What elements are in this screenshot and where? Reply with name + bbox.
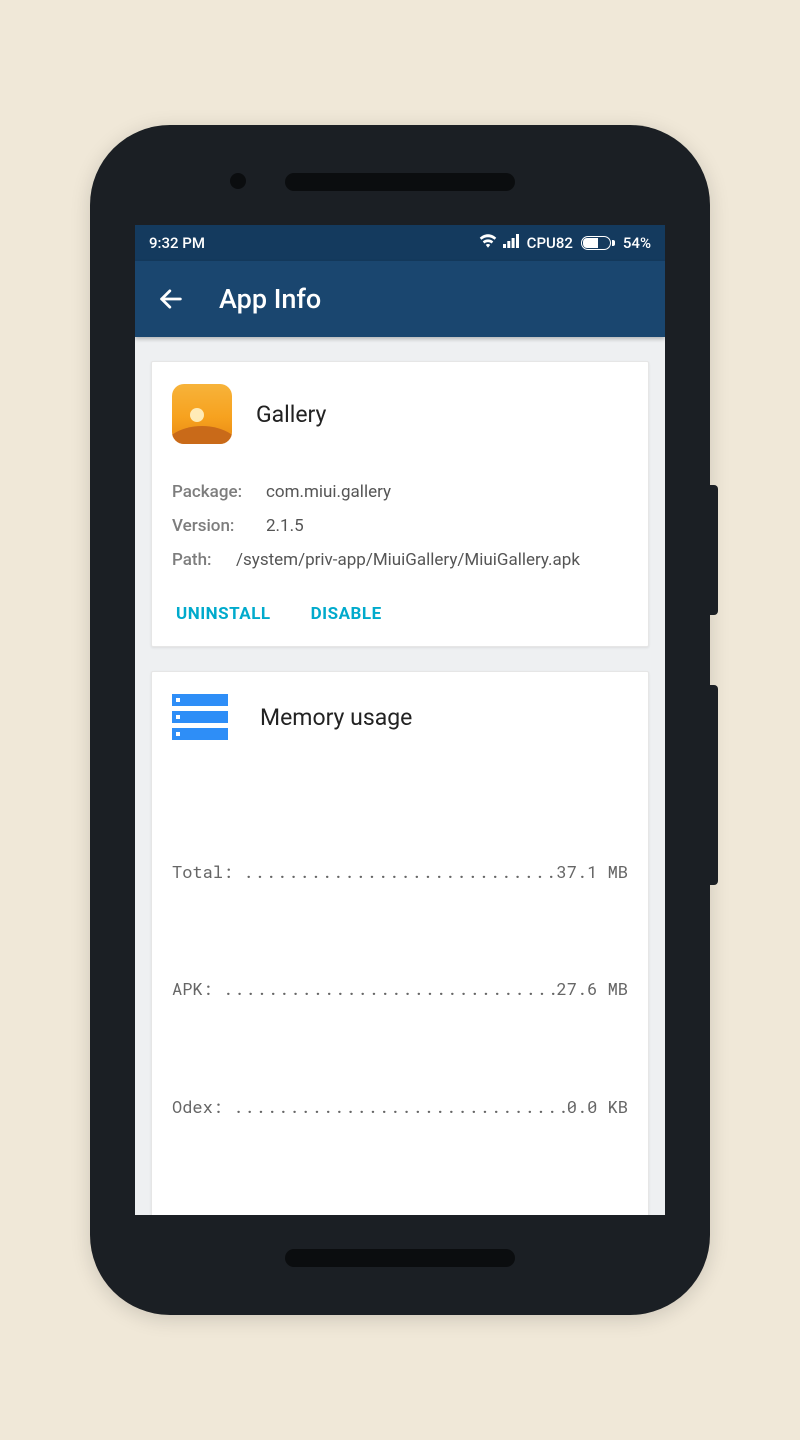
battery-icon (581, 236, 615, 250)
app-header: Gallery (172, 384, 628, 444)
memory-dots: .................................... (233, 1087, 567, 1126)
phone-frame: 9:32 PM CPU82 54% (90, 125, 710, 1315)
arrow-left-icon (157, 285, 185, 313)
package-value: com.miui.gallery (266, 482, 391, 502)
memory-row-odex: Odex: ..................................… (172, 1087, 628, 1126)
memory-value: 27.6 MB (557, 969, 628, 1008)
app-name: Gallery (256, 401, 326, 428)
version-row: Version: 2.1.5 (172, 516, 628, 536)
phone-earpiece (285, 173, 515, 191)
path-row: Path: /system/priv-app/MiuiGallery/MiuiG… (172, 550, 628, 570)
version-label: Version: (172, 516, 256, 536)
memory-row-total: Total: .................................… (172, 852, 628, 891)
uninstall-button[interactable]: UNINSTALL (176, 604, 271, 624)
memory-dots: .................................... (243, 852, 556, 891)
disable-button[interactable]: DISABLE (311, 604, 382, 624)
memory-value: 0.0 KB (567, 1087, 628, 1126)
back-button[interactable] (151, 279, 191, 319)
app-info-card: Gallery Package: com.miui.gallery Versio… (151, 361, 649, 647)
status-right: CPU82 54% (479, 234, 651, 252)
status-time: 9:32 PM (149, 234, 205, 252)
memory-label: Odex: (172, 1087, 223, 1126)
page-title: App Info (219, 283, 321, 315)
memory-label: Total: (172, 852, 233, 891)
status-icons (479, 234, 519, 252)
memory-value: 37.1 MB (557, 852, 628, 891)
status-bar: 9:32 PM CPU82 54% (135, 225, 665, 261)
phone-camera (230, 173, 246, 189)
memory-header: Memory usage (172, 694, 628, 740)
screen: 9:32 PM CPU82 54% (135, 225, 665, 1215)
content: Gallery Package: com.miui.gallery Versio… (135, 337, 665, 1215)
memory-label: APK: (172, 969, 213, 1008)
memory-list: Total: .................................… (172, 774, 628, 1215)
path-label: Path: (172, 550, 226, 570)
memory-dots: .................................... (223, 969, 557, 1008)
path-value: /system/priv-app/MiuiGallery/MiuiGallery… (236, 550, 580, 570)
memory-label: Libs: (172, 1204, 223, 1215)
status-battery-pct: 54% (623, 234, 651, 252)
card-actions: UNINSTALL DISABLE (172, 604, 628, 624)
app-bar: App Info (135, 261, 665, 337)
memory-title: Memory usage (260, 704, 412, 731)
wifi-icon (479, 234, 497, 252)
phone-speaker (285, 1249, 515, 1267)
package-row: Package: com.miui.gallery (172, 482, 628, 502)
memory-value: 0.0 KB (567, 1204, 628, 1215)
app-icon (172, 384, 232, 444)
memory-row-libs: Libs: ..................................… (172, 1204, 628, 1215)
memory-icon (172, 694, 228, 740)
memory-card: Memory usage Total: ....................… (151, 671, 649, 1215)
signal-icon (503, 234, 519, 252)
memory-dots: .................................... (233, 1204, 567, 1215)
memory-row-apk: APK: ...................................… (172, 969, 628, 1008)
version-value: 2.1.5 (266, 516, 304, 536)
package-label: Package: (172, 482, 256, 502)
status-cpu: CPU82 (527, 234, 573, 252)
